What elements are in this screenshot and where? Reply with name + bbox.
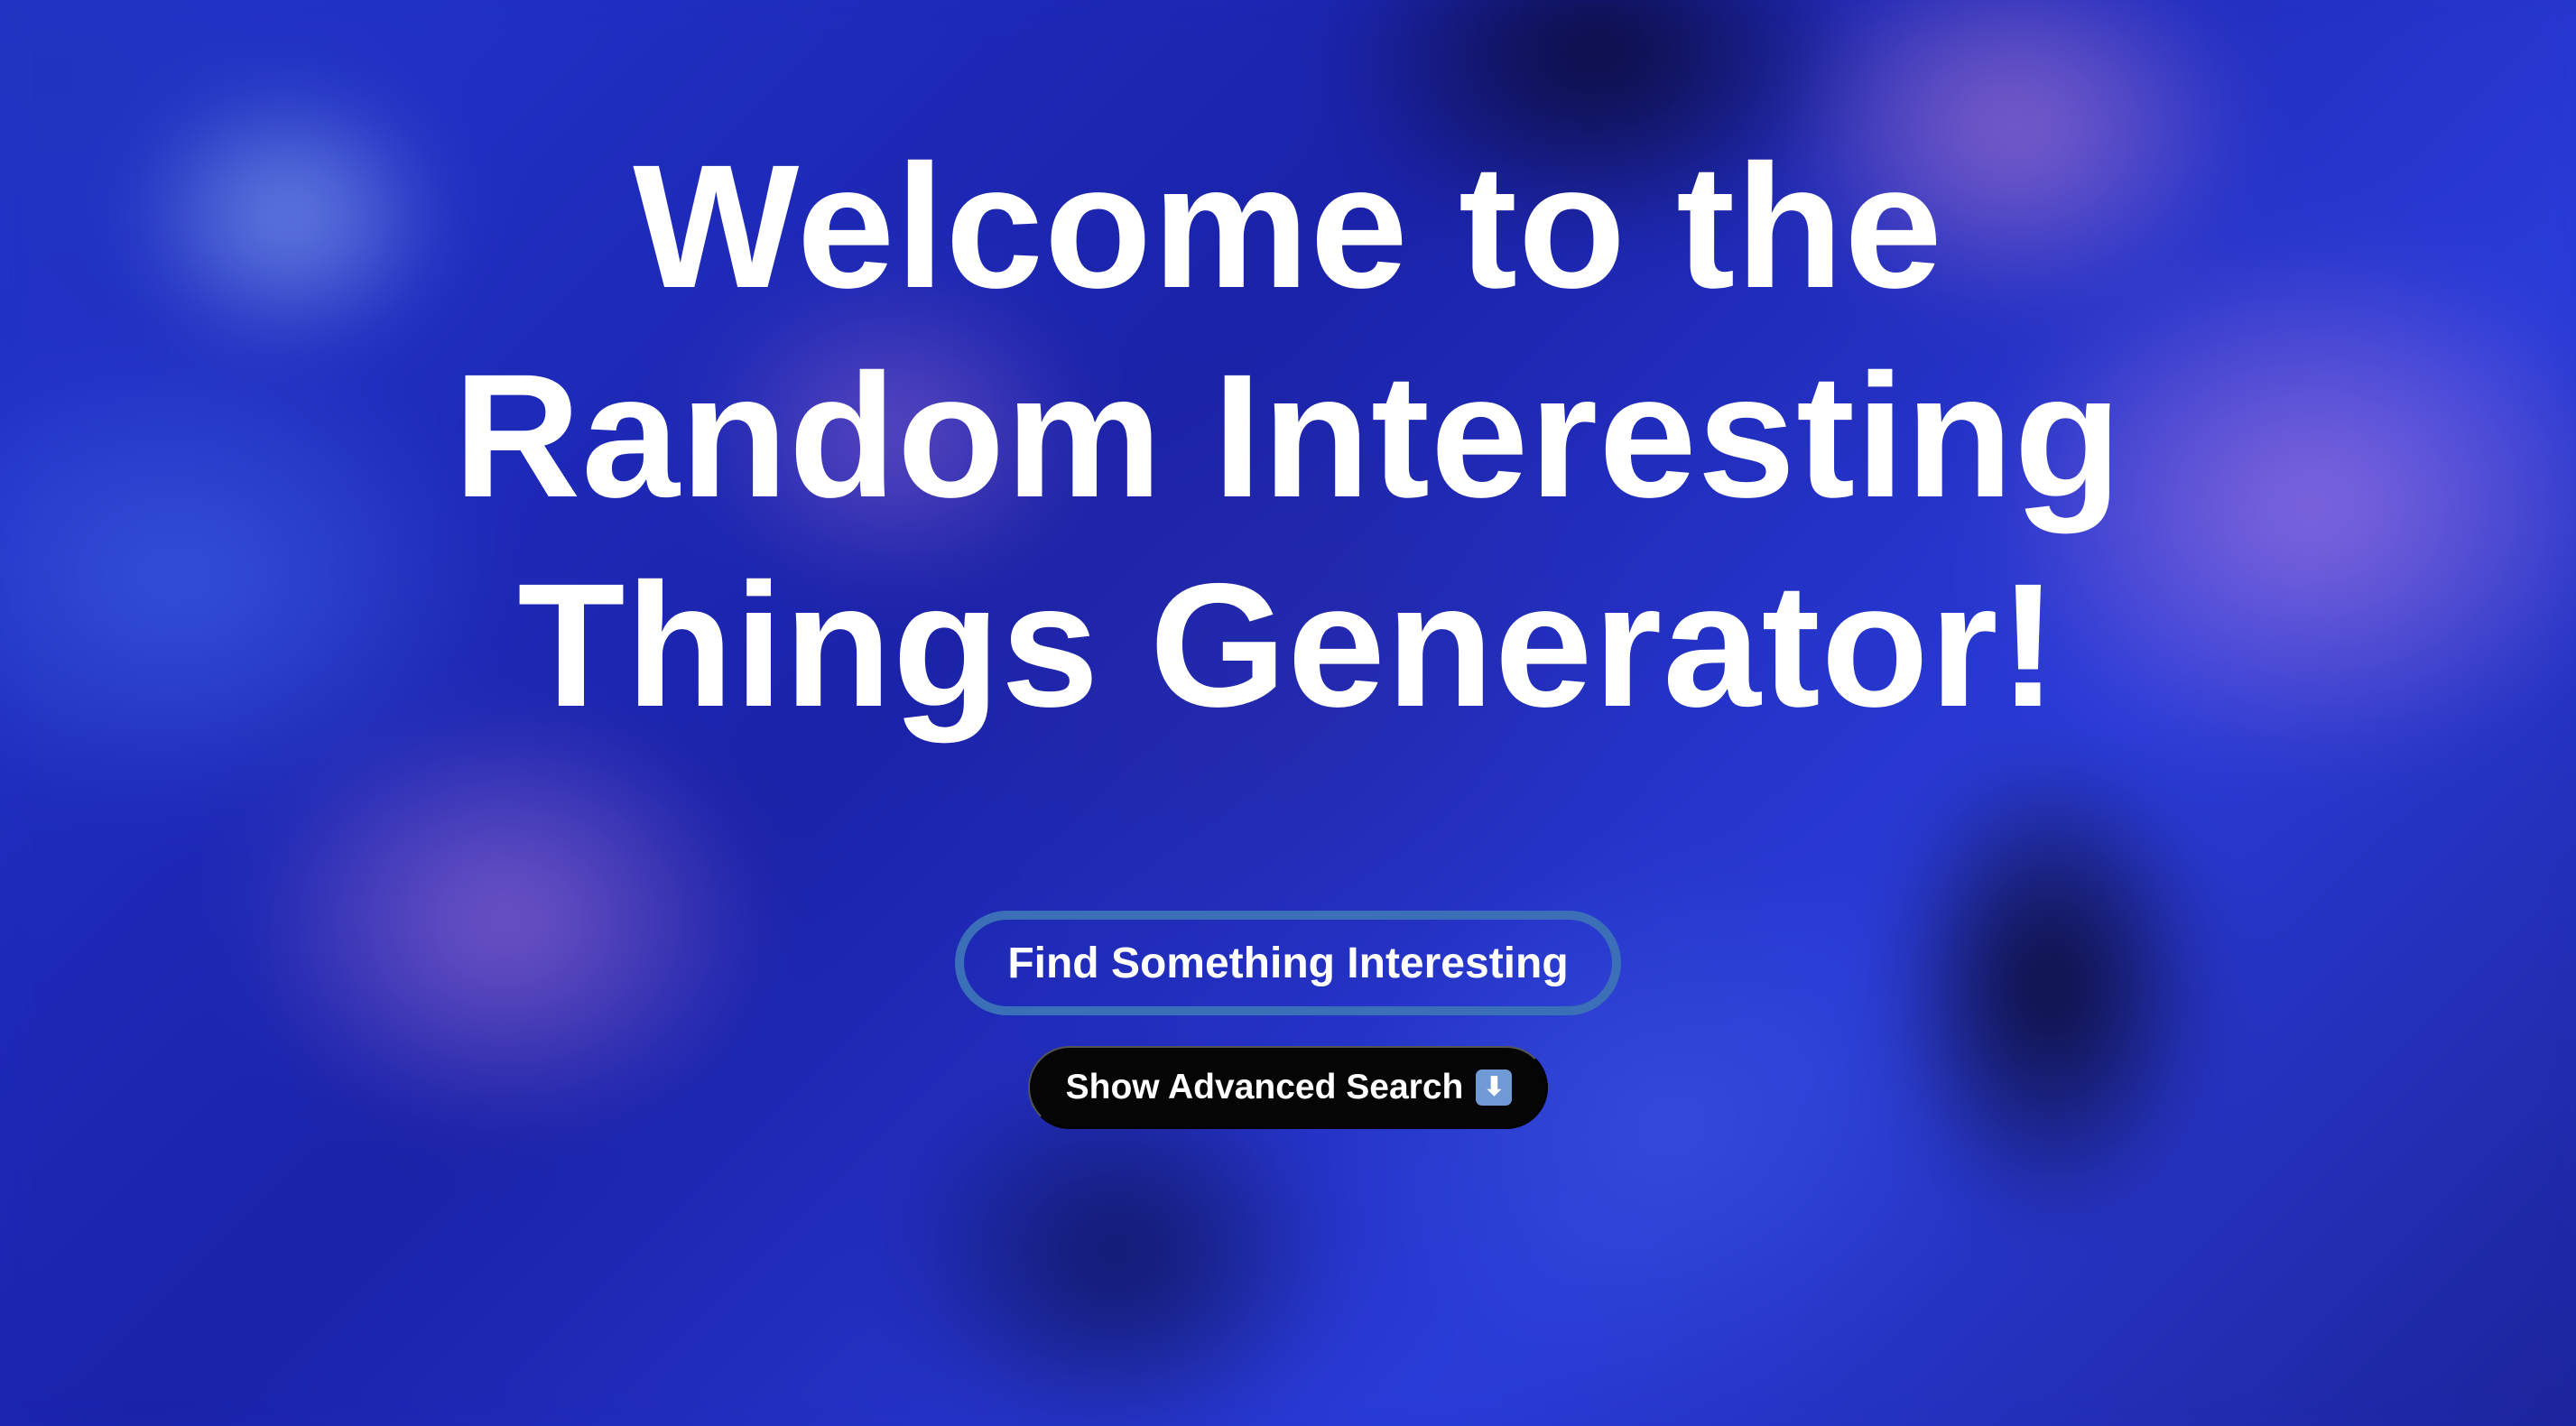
page-title: Welcome to the Random Interesting Things… (453, 128, 2123, 744)
advanced-search-label: Show Advanced Search (1065, 1068, 1464, 1107)
find-button-label: Find Something Interesting (1007, 939, 1569, 987)
show-advanced-search-button[interactable]: Show Advanced Search ⬇ (1027, 1046, 1549, 1129)
arrow-down-icon: ⬇ (1476, 1070, 1513, 1106)
find-something-interesting-button[interactable]: Find Something Interesting (955, 911, 1621, 1015)
page: Welcome to the Random Interesting Things… (0, 0, 2576, 1426)
hero-section: Welcome to the Random Interesting Things… (0, 0, 2576, 1426)
